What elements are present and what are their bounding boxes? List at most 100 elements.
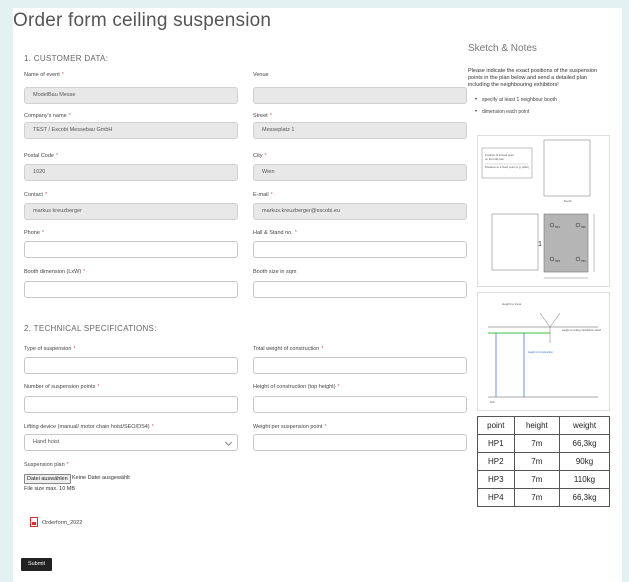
total-weight-input[interactable] — [253, 357, 467, 374]
weight-per-point-input[interactable] — [253, 434, 467, 451]
booth-plan-drawing: Position of a fixed point on the hall pl… — [481, 139, 595, 279]
height-diagram-drawing: Height to truss Height of ceiling / Exhi… — [488, 302, 601, 404]
file-size-hint: File size max. 10 MB — [24, 486, 76, 492]
event-label: Name of event * — [24, 72, 64, 78]
diagram-heading: Height to truss — [502, 302, 522, 306]
booth-dimension-label: Booth dimension (LxW) * — [24, 269, 86, 275]
chevron-down-icon — [224, 438, 233, 447]
attachment-link[interactable]: Orderform_2022 — [42, 520, 82, 526]
section-customer-heading: 1. CUSTOMER DATA: — [24, 54, 109, 63]
table-cell: 66,3kg — [559, 434, 610, 453]
point-label: HP4 — [581, 260, 586, 263]
street-label: Street * — [253, 113, 272, 119]
email-label: E-mail * — [253, 192, 273, 198]
table-row: HP4 7m 66,3kg — [477, 488, 610, 507]
point-label: HP1 — [555, 226, 560, 229]
construction-height-label-text: Height of construction (top height) — [253, 384, 336, 390]
point-label: HP2 — [581, 226, 586, 229]
postal-label: Postal Code * — [24, 153, 59, 159]
city-input[interactable]: Wien — [253, 164, 467, 181]
suspension-plan-label: Suspension plan * — [24, 462, 69, 468]
booth-size-input[interactable] — [253, 281, 467, 298]
pdf-file-icon — [30, 517, 38, 527]
hall-label-text: Hall & Stand no. — [253, 230, 293, 236]
city-label-text: City — [253, 153, 263, 159]
table-cell: HP2 — [477, 452, 515, 471]
booth-size-label: Booth size in sqm — [253, 269, 297, 275]
suspension-type-label-text: Type of suspension — [24, 346, 72, 352]
points-count-input[interactable] — [24, 396, 238, 413]
contact-label-text: Contact — [24, 192, 43, 198]
email-input[interactable]: markus.kreuzberger@escobi.eu — [253, 203, 467, 220]
city-label: City * — [253, 153, 267, 159]
svg-text:1: 1 — [538, 241, 542, 248]
sketch-note-line: Distance to a fixed point (e.g. pillar) — [485, 165, 529, 169]
weight-per-point-label: Weight per suspension point * — [253, 424, 327, 430]
booth-dimension-label-text: Booth dimension (LxW) — [24, 269, 82, 275]
phone-input[interactable] — [24, 241, 238, 258]
hall-label: Hall & Stand no. * — [253, 230, 297, 236]
table-row: HP3 7m 110kg — [477, 470, 610, 489]
sidebar-bullet-list: specify at least 1 neighbour booth dimen… — [475, 97, 557, 121]
page-title: Order form ceiling suspension — [13, 10, 272, 31]
table-cell: HP1 — [477, 434, 515, 453]
total-weight-label-text: Total weight of construction — [253, 346, 320, 352]
table-cell: 7m — [513, 488, 561, 507]
table-header-cell: height — [513, 416, 561, 435]
contact-label: Contact * — [24, 192, 48, 198]
file-choose-button[interactable]: Datei auswählen — [24, 474, 71, 484]
points-count-label-text: Number of suspension points — [24, 384, 96, 390]
table-cell: 66,3kg — [559, 488, 610, 507]
diagram-floor-label: floor — [490, 400, 495, 404]
sidebar-title: Sketch & Notes — [468, 43, 537, 54]
booth-plan-sketch: Position of a fixed point on the hall pl… — [477, 135, 610, 287]
company-input[interactable]: TEST / Escobi Messebau GmbH — [24, 122, 238, 139]
booth-area — [543, 213, 589, 273]
company-label-text: Company's name — [24, 113, 67, 119]
table-cell: HP4 — [477, 488, 515, 507]
event-name-input[interactable]: ModelBau Messe — [24, 87, 238, 104]
venue-label: Venue — [253, 72, 269, 78]
sketch-booth-label: booth — [564, 199, 572, 203]
booth-dimension-input[interactable] — [24, 281, 238, 298]
postal-label-text: Postal Code — [24, 153, 54, 159]
suspension-type-input[interactable] — [24, 357, 238, 374]
street-label-text: Street — [253, 113, 268, 119]
lifting-device-label-text: Lifting device (manual/ motor chain hois… — [24, 424, 150, 430]
point-label: HP3 — [555, 260, 560, 263]
table-cell: 7m — [513, 452, 561, 471]
submit-button[interactable]: Submit — [21, 558, 52, 571]
table-row: HP1 7m 66,3kg — [477, 434, 610, 453]
company-label: Company's name * — [24, 113, 71, 119]
table-header-cell: point — [477, 416, 515, 435]
table-row: HP2 7m 90kg — [477, 452, 610, 471]
sidebar-instructions: Please indicate the exact positions of t… — [468, 68, 598, 88]
lifting-device-select[interactable]: Hand hoist — [24, 434, 238, 451]
postal-code-input[interactable]: 1020 — [24, 164, 238, 181]
construction-height-input[interactable] — [253, 396, 467, 413]
lifting-device-label: Lifting device (manual/ motor chain hois… — [24, 424, 154, 430]
diagram-label-blue: Height of construction — [528, 350, 554, 354]
table-cell: HP3 — [477, 470, 515, 489]
construction-height-label: Height of construction (top height) * — [253, 384, 340, 390]
table-header-row: point height weight — [477, 416, 610, 435]
table-cell: 110kg — [559, 470, 610, 489]
suspension-points-table: point height weight HP1 7m 66,3kg HP2 7m… — [477, 416, 610, 507]
height-diagram-sketch: Height to truss Height of ceiling / Exhi… — [477, 292, 610, 411]
table-cell: 7m — [513, 470, 561, 489]
lifting-device-selected: Hand hoist — [33, 439, 60, 445]
suspension-type-label: Type of suspension * — [24, 346, 76, 352]
table-cell: 90kg — [559, 452, 610, 471]
diagram-label-right: Height of ceiling / Exhibition stand — [562, 328, 601, 332]
file-status-text: Keine Datei ausgewählt — [72, 475, 130, 481]
sidebar-bullet: specify at least 1 neighbour booth — [475, 97, 557, 103]
hall-stand-input[interactable] — [253, 241, 467, 258]
street-input[interactable]: Messeplatz 1 — [253, 122, 467, 139]
suspension-plan-label-text: Suspension plan — [24, 462, 65, 468]
contact-input[interactable]: markus kreuzberger — [24, 203, 238, 220]
email-label-text: E-mail — [253, 192, 269, 198]
total-weight-label: Total weight of construction * — [253, 346, 324, 352]
phone-label-text: Phone — [24, 230, 40, 236]
venue-input[interactable] — [253, 87, 467, 104]
event-label-text: Name of event — [24, 72, 60, 78]
